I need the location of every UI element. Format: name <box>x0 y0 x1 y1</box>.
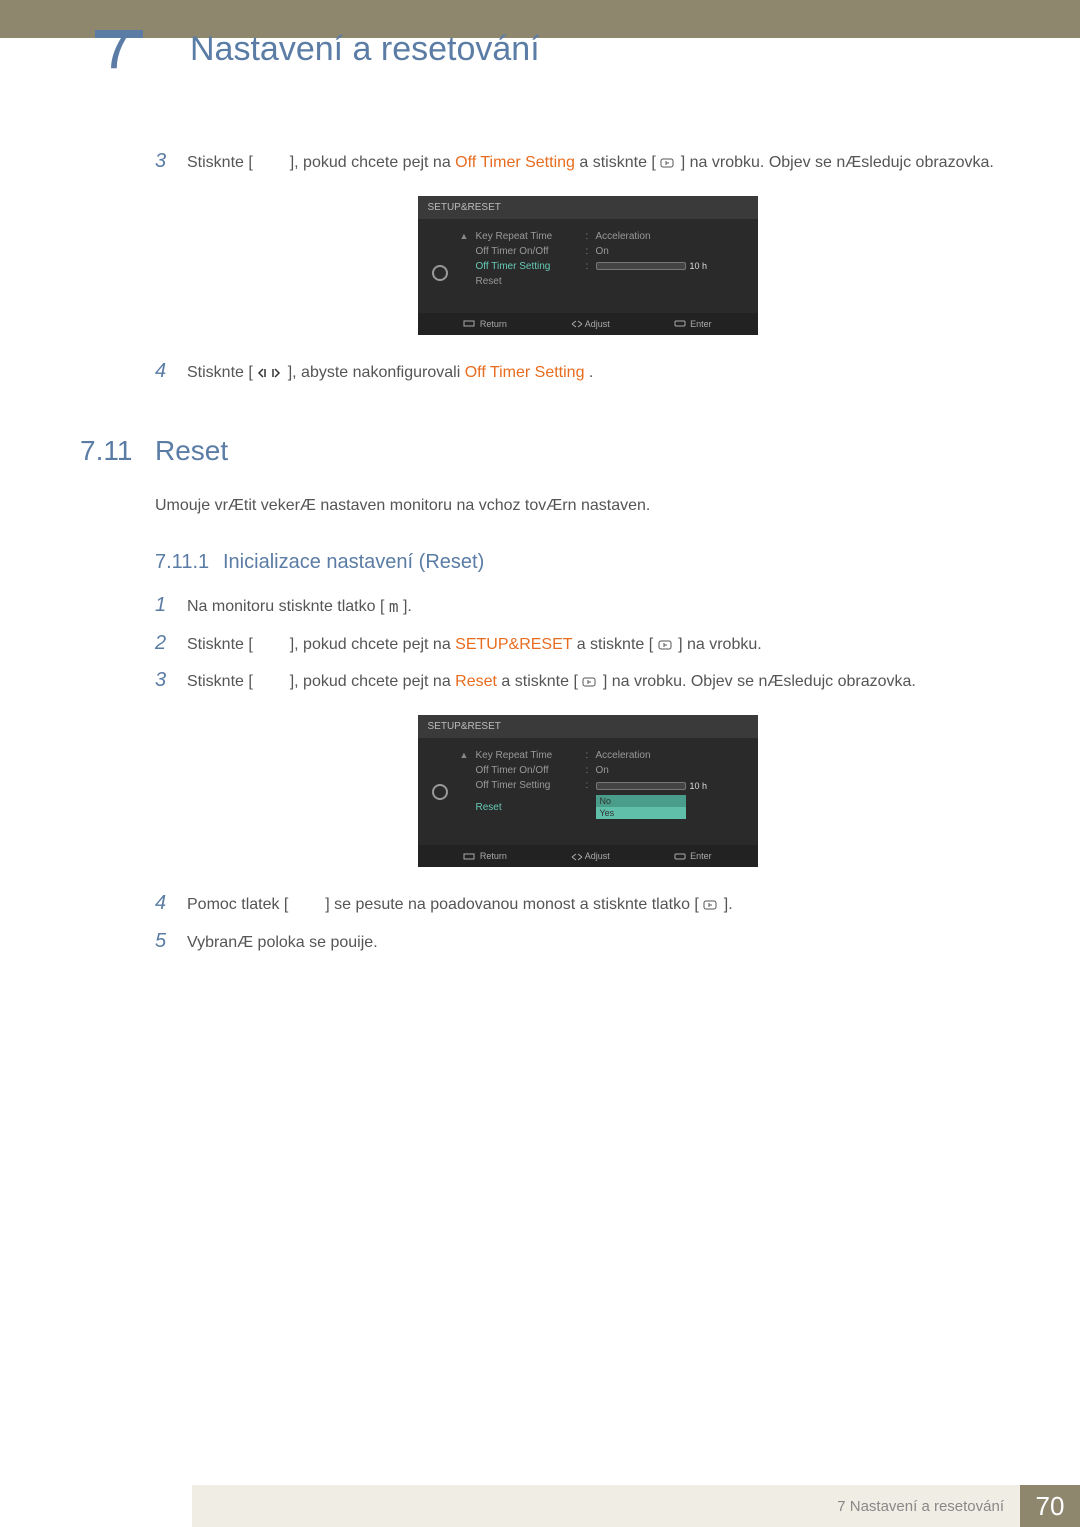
reset-dropdown: No Yes <box>596 795 686 819</box>
menu-button-icon: m <box>389 594 399 620</box>
footer-chapter-label: 7 Nastavení a resetování <box>837 1498 1004 1515</box>
highlight: SETUP&RESET <box>455 636 572 653</box>
step-text: Stisknte [ ], pokud chcete pejt na Reset… <box>187 669 916 695</box>
step-list-bottom: 1 Na monitoru stisknte tlatko [ m ]. 2 S… <box>155 594 1020 695</box>
subsection-heading: 7.11.1 Inicializace nastavení (Reset) <box>155 551 1020 574</box>
enter-label: Enter <box>674 851 712 861</box>
enter-icon <box>582 676 598 688</box>
step-num: 3 <box>155 669 187 692</box>
step-text: Na monitoru stisknte tlatko [ m ]. <box>187 594 412 620</box>
page-title: Nastavení a resetování <box>190 30 1080 69</box>
footer-page-num: 70 <box>1020 1485 1080 1527</box>
return-icon <box>463 853 477 861</box>
enter-icon <box>674 320 688 328</box>
osd-title: SETUP&RESET <box>418 715 758 738</box>
footer-bar: 7 Nastavení a resetování <box>192 1485 1020 1527</box>
enter-label: Enter <box>674 319 712 329</box>
gear-icon <box>432 265 448 281</box>
step-text: Pomoc tlatek [ ] se pesute na poadovanou… <box>187 892 733 918</box>
osd-screenshot-1: SETUP&RESET ▲ Key Repeat Time : Accelera… <box>418 196 758 335</box>
arrows-blank-icon <box>257 157 285 169</box>
dropdown-no: No <box>596 795 686 807</box>
step-4: 4 Pomoc tlatek [ ] se pesute na poadovan… <box>155 892 1020 918</box>
step-4: 4 Stisknte [ ], abyste nakonfigurovali O… <box>155 360 1020 386</box>
osd-title: SETUP&RESET <box>418 196 758 219</box>
osd-screenshot-2: SETUP&RESET ▲ Key Repeat Time : Accelera… <box>418 715 758 867</box>
highlight: Off Timer Setting <box>455 154 575 171</box>
slider-bar <box>596 782 686 790</box>
tab-accent <box>95 30 143 38</box>
osd-row-keyrepeat: Key Repeat Time : Acceleration <box>476 229 750 244</box>
section-heading: 7.11 Reset <box>80 435 1020 467</box>
adjust-label: Adjust <box>571 319 610 329</box>
left-right-icon <box>257 367 283 379</box>
step-num: 2 <box>155 632 187 655</box>
section-desc: Umouje vrÆtit vekerÆ nastaven monitoru n… <box>155 497 1020 515</box>
step-3: 3 Stisknte [ ], pokud chcete pejt na Res… <box>155 669 1020 695</box>
step-list-top: 3 Stisknte [ ], pokud chcete pejt na Off… <box>155 150 1020 176</box>
step-3: 3 Stisknte [ ], pokud chcete pejt na Off… <box>155 150 1020 176</box>
step-num: 3 <box>155 150 187 173</box>
osd-footer: Return Adjust Enter <box>418 313 758 335</box>
osd-row-offset: Off Timer Setting : 10 h <box>476 778 750 793</box>
osd-row-offtimer: Off Timer On/Off : On <box>476 763 750 778</box>
return-label: Return <box>463 319 507 329</box>
step-text: Stisknte [ ], abyste nakonfigurovali Off… <box>187 360 593 386</box>
osd-row-offset: Off Timer Setting : 10 h <box>476 259 750 274</box>
enter-icon <box>658 639 674 651</box>
step-2: 2 Stisknte [ ], pokud chcete pejt na SET… <box>155 632 1020 658</box>
return-icon <box>463 320 477 328</box>
step-1: 1 Na monitoru stisknte tlatko [ m ]. <box>155 594 1020 620</box>
slider-bar <box>596 262 686 270</box>
osd-arrow: ▲ <box>460 748 470 821</box>
chapter-tab: 7 Nastavení a resetování <box>0 30 1080 80</box>
step-5: 5 VybranÆ poloka se pouije. <box>155 930 1020 956</box>
step-num: 4 <box>155 360 187 383</box>
step-text: VybranÆ poloka se pouije. <box>187 930 378 956</box>
arrows-blank-icon <box>257 639 285 651</box>
subsection-title: Inicializace nastavení (Reset) <box>223 551 484 574</box>
step-num: 4 <box>155 892 187 915</box>
osd-icon-col <box>426 748 454 821</box>
section-title: Reset <box>155 435 228 467</box>
step-list-top-cont: 4 Stisknte [ ], abyste nakonfigurovali O… <box>155 360 1020 386</box>
gear-icon <box>432 784 448 800</box>
step-num: 1 <box>155 594 187 617</box>
enter-icon <box>660 157 676 169</box>
step-text: Stisknte [ ], pokud chcete pejt na Off T… <box>187 150 994 176</box>
enter-icon <box>703 899 719 911</box>
arrows-blank-icon <box>257 676 285 688</box>
dropdown-yes: Yes <box>596 807 686 819</box>
subsection-num: 7.11.1 <box>155 551 223 574</box>
adjust-icon <box>571 320 583 328</box>
enter-icon <box>674 853 688 861</box>
section-num: 7.11 <box>80 435 155 467</box>
osd-icon-col <box>426 229 454 289</box>
highlight: Off Timer Setting <box>465 364 585 381</box>
adjust-label: Adjust <box>571 851 610 861</box>
return-label: Return <box>463 851 507 861</box>
osd-arrow: ▲ <box>460 229 470 289</box>
osd-row-reset: Reset <box>476 274 750 289</box>
osd-menu: Key Repeat Time : Acceleration Off Timer… <box>476 748 750 821</box>
highlight: Reset <box>455 673 497 690</box>
step-list-bottom-cont: 4 Pomoc tlatek [ ] se pesute na poadovan… <box>155 892 1020 955</box>
step-text: Stisknte [ ], pokud chcete pejt na SETUP… <box>187 632 762 658</box>
osd-row-offtimer: Off Timer On/Off : On <box>476 244 750 259</box>
osd-row-reset: Reset No Yes <box>476 793 750 821</box>
arrows-blank-icon <box>293 899 321 911</box>
osd-footer: Return Adjust Enter <box>418 845 758 867</box>
osd-row-keyrepeat: Key Repeat Time : Acceleration <box>476 748 750 763</box>
step-num: 5 <box>155 930 187 953</box>
page-footer: 7 Nastavení a resetování 70 <box>0 1485 1080 1527</box>
adjust-icon <box>571 853 583 861</box>
osd-menu: Key Repeat Time : Acceleration Off Timer… <box>476 229 750 289</box>
